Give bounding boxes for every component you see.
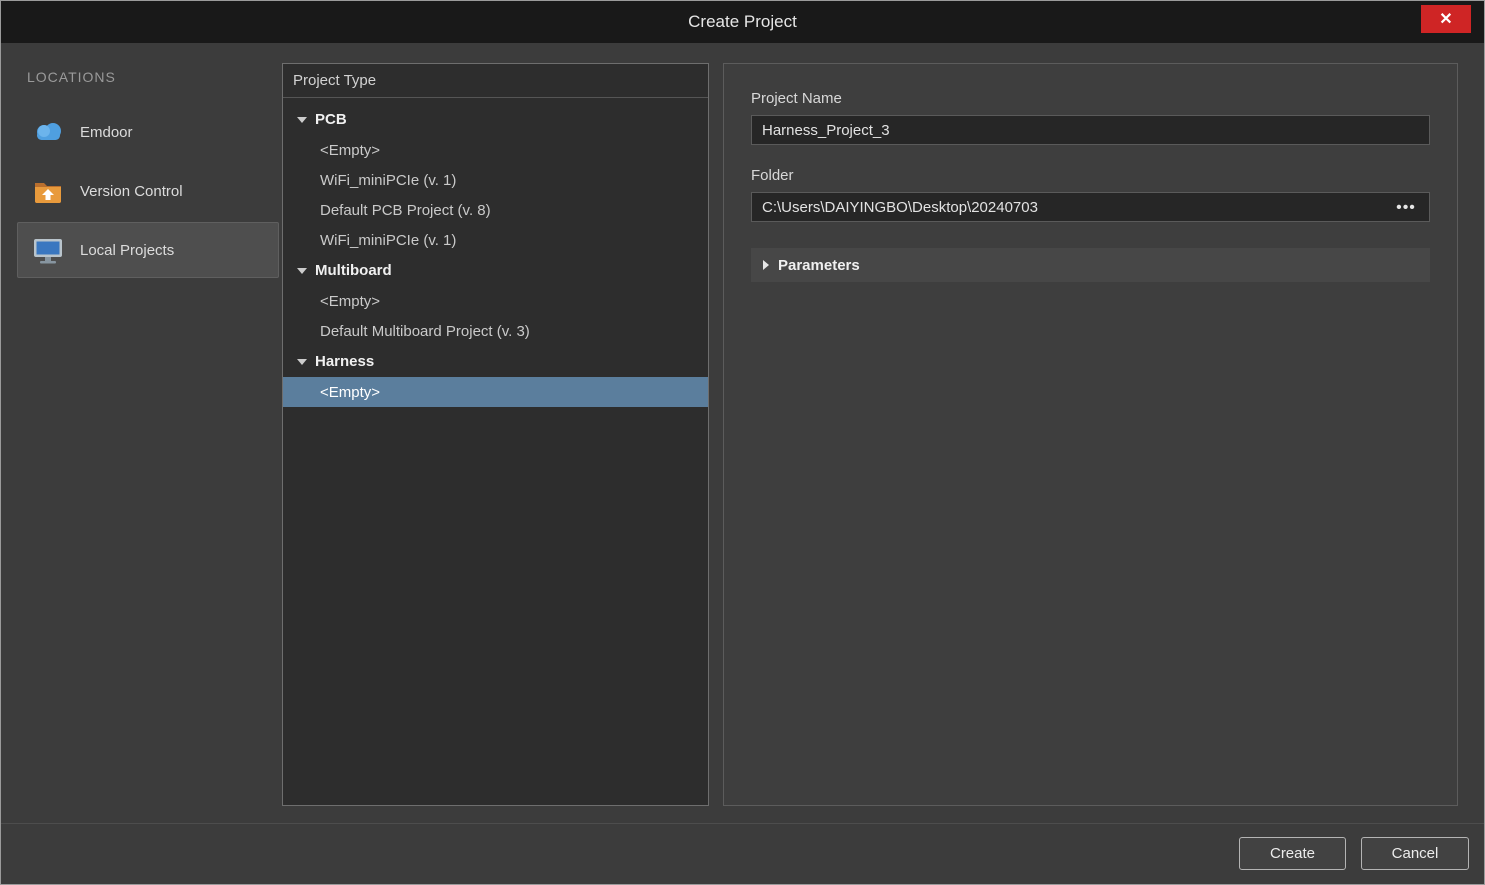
browse-folder-button[interactable]: ••• [1386, 194, 1426, 220]
chevron-right-icon [763, 260, 769, 270]
tree-item[interactable]: WiFi_miniPCIe (v. 1) [283, 165, 708, 195]
sidebar-item-version-control[interactable]: Version Control [17, 163, 279, 219]
footer-divider [1, 823, 1484, 824]
create-button[interactable]: Create [1239, 837, 1346, 870]
tree-item[interactable]: WiFi_miniPCIe (v. 1) [283, 225, 708, 255]
parameters-label: Parameters [778, 257, 860, 274]
project-type-tree: PCB <Empty> WiFi_miniPCIe (v. 1) Default… [283, 98, 708, 407]
close-button[interactable]: ✕ [1421, 5, 1471, 33]
tree-group-multiboard[interactable]: Multiboard [283, 255, 708, 286]
tree-item[interactable]: <Empty> [283, 135, 708, 165]
sidebar-item-local-projects[interactable]: Local Projects [17, 222, 279, 278]
folder-label: Folder [751, 167, 1430, 184]
tree-group-pcb[interactable]: PCB [283, 104, 708, 135]
sidebar-item-emdoor[interactable]: Emdoor [17, 104, 279, 160]
title-bar: Create Project [1, 1, 1484, 43]
sidebar-item-label: Version Control [80, 183, 183, 200]
parameters-expander[interactable]: Parameters [751, 248, 1430, 282]
folder-upload-icon [30, 178, 66, 204]
project-details-panel: Project Name Folder ••• Parameters [723, 63, 1458, 806]
tree-group-harness[interactable]: Harness [283, 346, 708, 377]
collapse-icon [297, 117, 307, 123]
project-name-label: Project Name [751, 90, 1430, 107]
collapse-icon [297, 268, 307, 274]
cancel-button[interactable]: Cancel [1361, 837, 1469, 870]
monitor-icon [30, 237, 66, 264]
dialog-title: Create Project [688, 12, 797, 32]
tree-item[interactable]: <Empty> [283, 286, 708, 316]
locations-header: LOCATIONS [17, 59, 279, 101]
tree-item-selected[interactable]: <Empty> [283, 377, 708, 407]
create-project-dialog: { "window": { "title": "Create Project",… [0, 0, 1485, 885]
project-type-header: Project Type [283, 64, 708, 98]
tree-group-label: Harness [315, 353, 374, 370]
sidebar-item-label: Local Projects [80, 242, 174, 259]
tree-item[interactable]: Default Multiboard Project (v. 3) [283, 316, 708, 346]
cloud-icon [30, 121, 66, 143]
sidebar-item-label: Emdoor [80, 124, 133, 141]
folder-input[interactable] [751, 192, 1430, 222]
collapse-icon [297, 359, 307, 365]
project-name-input[interactable] [751, 115, 1430, 145]
tree-group-label: PCB [315, 111, 347, 128]
project-type-panel: Project Type PCB <Empty> WiFi_miniPCIe (… [282, 63, 709, 806]
close-icon: ✕ [1439, 9, 1452, 29]
tree-item[interactable]: Default PCB Project (v. 8) [283, 195, 708, 225]
tree-group-label: Multiboard [315, 262, 392, 279]
locations-sidebar: LOCATIONS Emdoor Version Control [17, 59, 279, 804]
